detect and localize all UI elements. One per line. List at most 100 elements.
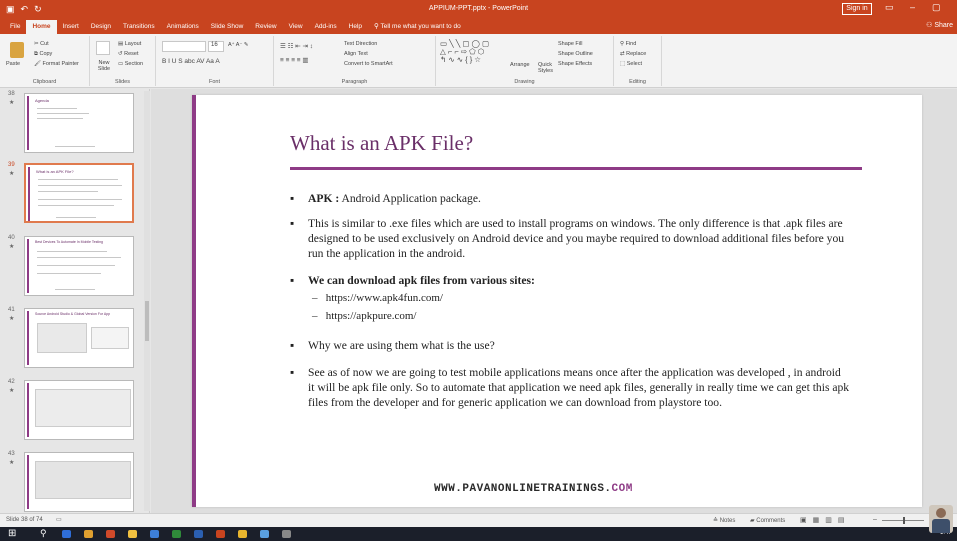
footer-url-main: WWW.PAVANONLINETRAININGS. bbox=[434, 483, 612, 495]
new-slide-button[interactable]: New Slide bbox=[93, 60, 115, 72]
shape-outline-button[interactable]: Shape Outline bbox=[558, 51, 593, 57]
thumbnail-slide-43[interactable] bbox=[24, 452, 134, 512]
tab-animations[interactable]: Animations bbox=[161, 20, 205, 34]
thumb-number-42: 42 bbox=[8, 379, 15, 385]
browser-icon[interactable] bbox=[62, 530, 71, 538]
chrome-icon[interactable] bbox=[84, 530, 93, 538]
sub-bullet-apkpure[interactable]: – https://apkpure.com/ bbox=[312, 310, 416, 322]
paste-button[interactable]: Paste bbox=[6, 61, 20, 67]
tab-home[interactable]: Home bbox=[26, 20, 57, 34]
bullet-download[interactable]: ▪ We can download apk files from various … bbox=[290, 273, 850, 288]
title-bar: ▣ ↶ ↻ APPIUM-PPT.pptx - PowerPoint Sign … bbox=[0, 0, 957, 18]
view-buttons[interactable]: ▣▦▥▤ bbox=[800, 516, 850, 524]
quick-styles-button[interactable]: Quick Styles bbox=[538, 62, 558, 74]
slide-editor: What is an APK File? ▪ APK : Android Appl… bbox=[151, 89, 957, 513]
tab-design[interactable]: Design bbox=[85, 20, 117, 34]
shape-fill-button[interactable]: Shape Fill bbox=[558, 41, 582, 47]
excel-icon[interactable] bbox=[172, 530, 181, 538]
thumbnail-slide-39[interactable]: What is an APK File? bbox=[24, 163, 134, 223]
maximize-button[interactable]: ▢ bbox=[932, 2, 941, 13]
paragraph-label: Paragraph bbox=[341, 79, 368, 85]
clipboard-label: Clipboard bbox=[32, 79, 57, 85]
ribbon-tabs: File Home Insert Design Transitions Anim… bbox=[0, 18, 957, 34]
replace-button[interactable]: ⇄ Replace bbox=[620, 51, 646, 57]
font-size-box[interactable]: 16 bbox=[208, 41, 224, 52]
shape-effects-button[interactable]: Shape Effects bbox=[558, 61, 592, 67]
tab-view[interactable]: View bbox=[283, 20, 309, 34]
current-slide[interactable]: What is an APK File? ▪ APK : Android Appl… bbox=[192, 95, 922, 507]
comments-label: Comments bbox=[756, 518, 786, 524]
bullet-see[interactable]: ▪ See as of now we are going to test mobi… bbox=[290, 365, 850, 410]
tell-me-search[interactable]: ⚲ Tell me what you want to do bbox=[368, 20, 467, 34]
search-icon[interactable]: ⚲ bbox=[40, 528, 47, 539]
section-button[interactable]: ▭ Section bbox=[118, 61, 143, 67]
save-icon[interactable]: ▣ bbox=[6, 4, 15, 15]
sign-in-button[interactable]: Sign in bbox=[842, 3, 872, 15]
reset-button[interactable]: ↺ Reset bbox=[118, 51, 139, 57]
cut-button[interactable]: ✂ Cut bbox=[34, 41, 49, 47]
app-icon[interactable] bbox=[238, 530, 247, 538]
thumbnails-scrollbar[interactable] bbox=[144, 91, 150, 511]
app-icon[interactable] bbox=[106, 530, 115, 538]
tab-help[interactable]: Help bbox=[343, 20, 368, 34]
slide-title[interactable]: What is an APK File? bbox=[290, 131, 473, 156]
bullet-similar[interactable]: ▪ This is similar to .exe files which are… bbox=[290, 216, 850, 261]
text-direction-button[interactable]: Text Direction bbox=[344, 41, 377, 47]
new-slide-icon[interactable] bbox=[96, 41, 110, 55]
arrange-button[interactable]: Arrange bbox=[510, 62, 530, 68]
word-icon[interactable] bbox=[194, 530, 203, 538]
thumbnail-slide-40[interactable]: Best Devices To Automate In Mobile Testi… bbox=[24, 236, 134, 296]
layout-button[interactable]: ▤ Layout bbox=[118, 41, 141, 47]
section-label: Section bbox=[124, 61, 144, 67]
sub-bullet-apk4fun[interactable]: – https://www.apk4fun.com/ bbox=[312, 292, 443, 304]
tab-insert[interactable]: Insert bbox=[57, 20, 85, 34]
format-buttons[interactable]: B I U S abc AV Aa A bbox=[162, 58, 220, 65]
thumb-text-line bbox=[38, 191, 98, 192]
find-button[interactable]: ⚲ Find bbox=[620, 41, 636, 47]
zoom-out-button[interactable]: – bbox=[873, 516, 877, 523]
scrollbar-thumb[interactable] bbox=[145, 301, 149, 341]
shapes-gallery[interactable]: ▭ ╲ ╲ ▢ ◯ ▢ △ ⌐ ⌐ ⇨ ⬠ ⬡ ↰ ∿ ∿ { } ☆ bbox=[440, 40, 489, 64]
copy-button[interactable]: ⧉ Copy bbox=[34, 51, 52, 58]
bullet-dot: ▪ bbox=[290, 366, 295, 379]
paste-icon[interactable] bbox=[10, 42, 24, 58]
windows-start-icon[interactable]: ⊞ bbox=[8, 528, 16, 539]
notes-icon: ≙ bbox=[713, 518, 720, 524]
smartart-button[interactable]: Convert to SmartArt bbox=[344, 61, 393, 67]
app-icon[interactable] bbox=[150, 530, 159, 538]
powerpoint-icon[interactable] bbox=[216, 530, 225, 538]
select-button[interactable]: ⬚ Select bbox=[620, 61, 642, 67]
tab-slide-show[interactable]: Slide Show bbox=[205, 20, 250, 34]
bullet-why[interactable]: ▪ Why we are using them what is the use? bbox=[290, 338, 850, 353]
zoom-slider-thumb[interactable] bbox=[903, 517, 905, 524]
align-text-button[interactable]: Align Text bbox=[344, 51, 368, 57]
tab-review[interactable]: Review bbox=[249, 20, 282, 34]
list-icons[interactable]: ☰ ☷ ⇤ ⇥ ↕ bbox=[280, 42, 313, 50]
grow-font-icon[interactable]: A⁺ A⁻ ✎ bbox=[228, 42, 249, 48]
format-painter-button[interactable]: 🖌 Format Painter bbox=[34, 61, 79, 67]
title-underline bbox=[290, 167, 862, 170]
file-explorer-icon[interactable] bbox=[128, 530, 137, 538]
bullet-apk[interactable]: ▪ APK : Android Application package. bbox=[290, 191, 850, 206]
ribbon-display-icon[interactable]: ▭ bbox=[885, 2, 894, 13]
share-button[interactable]: ⚇ Share bbox=[926, 21, 953, 29]
notes-button[interactable]: ≙ Notes bbox=[713, 517, 735, 524]
thumbnail-slide-38[interactable]: Agenda bbox=[24, 93, 134, 153]
font-name-box[interactable] bbox=[162, 41, 206, 52]
minimize-button[interactable]: – bbox=[910, 2, 915, 12]
comments-button[interactable]: ▰ Comments bbox=[750, 517, 785, 524]
undo-icon[interactable]: ↶ bbox=[21, 4, 29, 15]
thumbnail-slide-42[interactable] bbox=[24, 380, 134, 440]
align-icons[interactable]: ≡ ≡ ≡ ≡ ▥ bbox=[280, 56, 309, 64]
animation-star-icon: ★ bbox=[9, 460, 15, 466]
thumb-text-line bbox=[38, 185, 122, 186]
presenter-head bbox=[936, 508, 946, 518]
app-icon[interactable] bbox=[282, 530, 291, 538]
tab-transitions[interactable]: Transitions bbox=[117, 20, 161, 34]
tab-file[interactable]: File bbox=[4, 20, 26, 34]
tab-add-ins[interactable]: Add-ins bbox=[309, 20, 343, 34]
spellcheck-icon[interactable]: ▭ bbox=[56, 516, 62, 523]
redo-icon[interactable]: ↻ bbox=[34, 4, 42, 15]
app-icon[interactable] bbox=[260, 530, 269, 538]
thumbnail-slide-41[interactable]: Source Android Studio & Global Version F… bbox=[24, 308, 134, 368]
